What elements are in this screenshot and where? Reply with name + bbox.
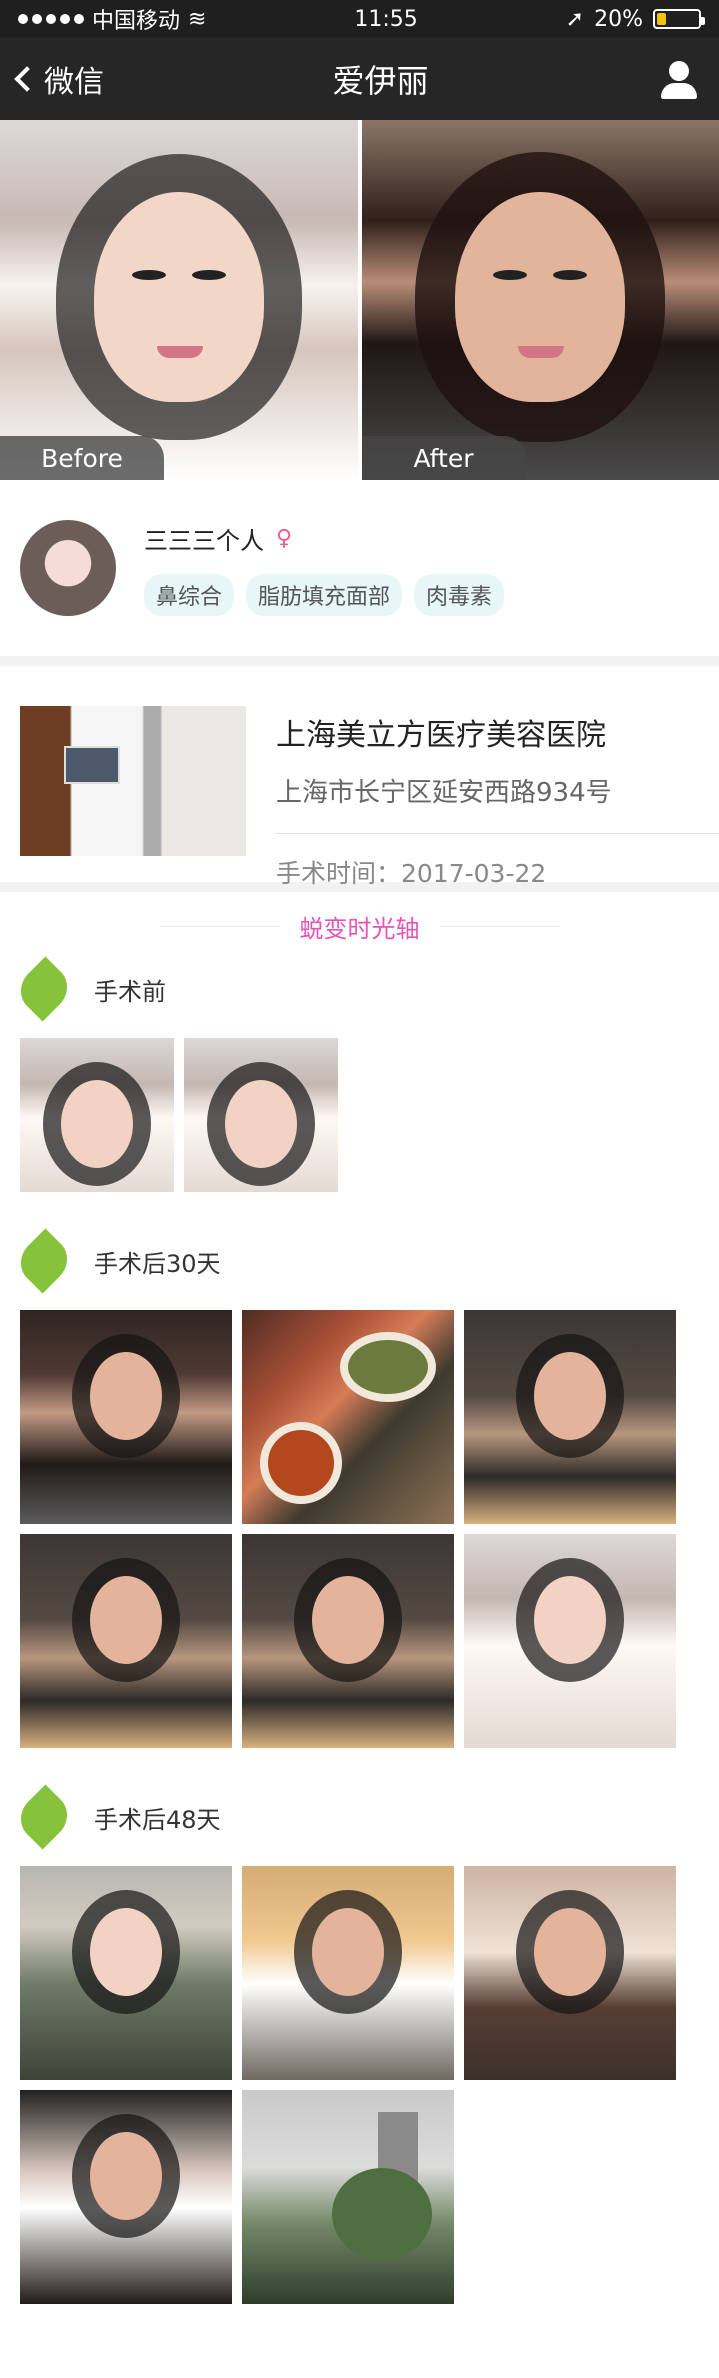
battery-percent: 20% (594, 6, 643, 32)
surgery-time: 手术时间：2017-03-22 (276, 859, 547, 888)
battery-status: ➚ 20% (565, 6, 705, 32)
timeline-stage-before: 手术前 (0, 956, 719, 1192)
procedure-tag[interactable]: 肉毒素 (414, 573, 505, 616)
procedure-tags: 鼻综合 脂肪填充面部 肉毒素 (144, 573, 505, 616)
timeline-photo[interactable] (20, 1534, 232, 1748)
before-after-comparison: Before After (0, 120, 719, 480)
wifi-icon: ≋ (188, 6, 207, 32)
hospital-name: 上海美立方医疗美容医院 (276, 718, 606, 753)
hospital-card[interactable]: 上海美立方医疗美容医院 上海市长宁区延安西路934号 手术时间：2017-03-… (0, 666, 719, 892)
leaf-icon (11, 1784, 77, 1850)
photo-grid (20, 1866, 699, 2304)
carrier-status: 中国移动 ≋ (18, 3, 206, 35)
user-profile: 三三三个人 ♀ 鼻综合 脂肪填充面部 肉毒素 (0, 480, 719, 666)
female-icon: ♀ (276, 525, 293, 551)
timeline-photo[interactable] (464, 1310, 676, 1524)
time: 11:55 (354, 6, 418, 32)
user-name-row: 三三三个人 ♀ (144, 521, 504, 556)
signal-icon (18, 14, 84, 24)
timeline-photo[interactable] (20, 1038, 174, 1192)
timeline-photo[interactable] (20, 1866, 232, 2080)
stage-label: 手术后48天 (94, 1805, 221, 1834)
status-bar: 中国移动 ≋ 11:55 ➚ 20% (0, 0, 719, 38)
timeline-photo[interactable] (242, 1310, 454, 1524)
username[interactable]: 三三三个人 (144, 521, 264, 556)
face-image (455, 192, 626, 402)
photo-grid (20, 1038, 699, 1192)
hospital-address: 上海市长宁区延安西路934号 (276, 778, 612, 808)
stage-header: 手术前 (11, 956, 699, 1022)
after-photo[interactable]: After (361, 120, 719, 480)
battery-icon (652, 9, 705, 29)
page-title: 爱伊丽 (332, 62, 429, 100)
navigation-bar: 微信 爱伊丽 (0, 38, 719, 120)
stage-header: 手术后30天 (11, 1228, 699, 1294)
timeline-photo[interactable] (242, 1866, 454, 2080)
stage-label: 手术后30天 (94, 1249, 221, 1278)
back-label: 微信 (44, 65, 104, 100)
back-button[interactable]: 微信 (14, 57, 104, 101)
leaf-icon (11, 956, 77, 1022)
chevron-left-icon (14, 66, 40, 92)
avatar[interactable] (20, 520, 116, 616)
timeline-title: 蜕变时光轴 (0, 892, 719, 960)
timeline-photo[interactable] (184, 1038, 338, 1192)
after-label: After (361, 436, 526, 480)
timeline-photo[interactable] (242, 1534, 454, 1748)
photo-grid (20, 1310, 699, 1748)
timeline-photo[interactable] (464, 1534, 676, 1748)
timeline-photo[interactable] (20, 1310, 232, 1524)
leaf-icon (11, 1228, 77, 1294)
carrier-label: 中国移动 (92, 9, 181, 34)
timeline-stage-30-days: 手术后30天 (0, 1228, 719, 1748)
before-photo[interactable]: Before (0, 120, 358, 480)
profile-info: 三三三个人 ♀ 鼻综合 脂肪填充面部 肉毒素 (144, 521, 505, 616)
timeline-photo[interactable] (464, 1866, 676, 2080)
face-image (93, 192, 264, 402)
divider (276, 833, 719, 834)
timeline-photo[interactable] (20, 2090, 232, 2304)
stage-label: 手术前 (94, 977, 166, 1006)
procedure-tag[interactable]: 鼻综合 (144, 573, 235, 616)
location-icon: ➚ (565, 6, 585, 32)
hospital-info: 上海美立方医疗美容医院 上海市长宁区延安西路934号 手术时间：2017-03-… (246, 706, 719, 888)
stage-header: 手术后48天 (11, 1784, 699, 1850)
hospital-image (20, 706, 246, 856)
before-label: Before (0, 436, 164, 480)
timeline-photo[interactable] (242, 2090, 454, 2304)
procedure-tag[interactable]: 脂肪填充面部 (246, 573, 403, 616)
user-icon[interactable] (657, 59, 701, 99)
timeline-stage-48-days: 手术后48天 (0, 1784, 719, 2304)
